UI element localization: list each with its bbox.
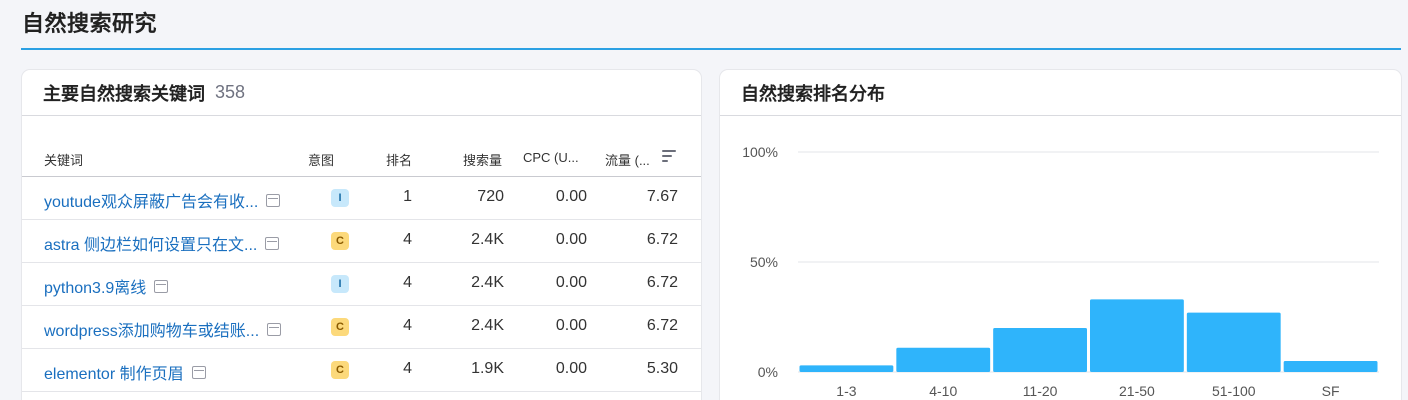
top-keywords-card: 主要自然搜索关键词 358 关键词 意图 排名 搜索量 CPC (U... 流量… [22,70,701,400]
intent-badge: I [331,275,349,293]
keyword-link[interactable]: python3.9离线 [44,274,169,298]
column-position[interactable]: 排名 [386,150,412,169]
position-distribution-card: 自然搜索排名分布 100% 50% 0% 1-3 4-10 11-20 21-50 51-10… [720,70,1401,400]
y-tick-label: 0% [758,364,778,380]
column-cpc[interactable]: CPC (U... [523,150,579,165]
y-tick-label: 100% [742,144,778,160]
x-tick-label: 4-10 [929,383,957,399]
position-distribution-chart: 100% 50% 0% 1-3 4-10 11-20 21-50 51-100 SF [720,116,1401,400]
x-tick-label: 21-50 [1119,383,1155,399]
serp-features-icon[interactable] [154,279,169,293]
cpc-value: 0.00 [555,317,587,334]
x-tick-label: 51-100 [1212,383,1256,399]
bar-21-50[interactable] [1090,299,1184,372]
cpc-value: 0.00 [555,188,587,205]
top-keywords-header: 主要自然搜索关键词 358 [22,70,701,116]
column-traffic[interactable]: 流量 (... [605,150,650,169]
table-row: elementor 制作页眉 C 4 1.9K 0.00 5.30 [22,349,701,392]
keyword-link[interactable]: elementor 制作页眉 [44,360,206,384]
keyword-link[interactable]: wordpress添加购物车或结账... [44,317,282,341]
bar-11-20[interactable] [993,328,1087,372]
intent-badge: C [331,318,349,336]
x-tick-label: 11-20 [1023,383,1058,399]
table-row: youtude观众屏蔽广告会有收... I 1 720 0.00 7.67 [22,177,701,220]
x-tick-label: 1-3 [836,383,856,399]
traffic-value: 7.67 [646,188,678,205]
keyword-count: 358 [215,82,246,102]
title-divider [21,48,1401,50]
serp-features-icon[interactable] [265,236,280,250]
serp-features-icon[interactable] [191,365,206,379]
position-value: 4 [403,360,412,377]
column-volume[interactable]: 搜索量 [463,150,502,169]
volume-value: 2.4K [471,274,504,291]
position-value: 4 [403,317,412,334]
serp-features-icon[interactable] [267,322,282,336]
column-keyword[interactable]: 关键词 [44,150,83,169]
traffic-value: 6.72 [646,317,678,334]
serp-features-icon[interactable] [266,193,281,207]
volume-value: 2.4K [471,317,504,334]
table-row: astra 侧边栏如何设置只在文... C 4 2.4K 0.00 6.72 [22,220,701,263]
column-intent[interactable]: 意图 [308,150,334,169]
position-distribution-header: 自然搜索排名分布 [720,70,1401,116]
keyword-link[interactable]: youtude观众屏蔽广告会有收... [44,188,281,212]
traffic-value: 6.72 [646,274,678,291]
table-header: 关键词 意图 排名 搜索量 CPC (U... 流量 (... [22,146,701,177]
volume-value: 1.9K [471,360,504,377]
position-value: 1 [403,188,412,205]
keyword-link[interactable]: astra 侧边栏如何设置只在文... [44,231,280,255]
volume-value: 720 [477,188,504,205]
top-keywords-title: 主要自然搜索关键词 [43,83,205,105]
bar-51-100[interactable] [1186,312,1281,372]
position-distribution-title: 自然搜索排名分布 [741,83,885,105]
traffic-value: 6.72 [646,231,678,248]
sort-icon[interactable] [662,150,676,162]
position-value: 4 [403,231,412,248]
cpc-value: 0.00 [555,274,587,291]
bar-4-10[interactable] [896,347,991,372]
volume-value: 2.4K [471,231,504,248]
x-tick-label: SF [1322,383,1340,399]
cpc-value: 0.00 [555,231,587,248]
cpc-value: 0.00 [555,360,587,377]
table-row: python3.9离线 I 4 2.4K 0.00 6.72 [22,263,701,306]
y-tick-label: 50% [750,254,778,270]
intent-badge: I [331,189,349,207]
intent-badge: C [331,232,349,250]
table-row: wordpress添加购物车或结账... C 4 2.4K 0.00 6.72 [22,306,701,349]
traffic-value: 5.30 [646,360,678,377]
position-value: 4 [403,274,412,291]
bar-chart-svg: 100% 50% 0% 1-3 4-10 11-20 21-50 51-100 SF [742,144,1379,399]
bar-SF[interactable] [1283,361,1378,372]
bar-1-3[interactable] [799,365,894,372]
intent-badge: C [331,361,349,379]
page-title: 自然搜索研究 [22,12,158,37]
